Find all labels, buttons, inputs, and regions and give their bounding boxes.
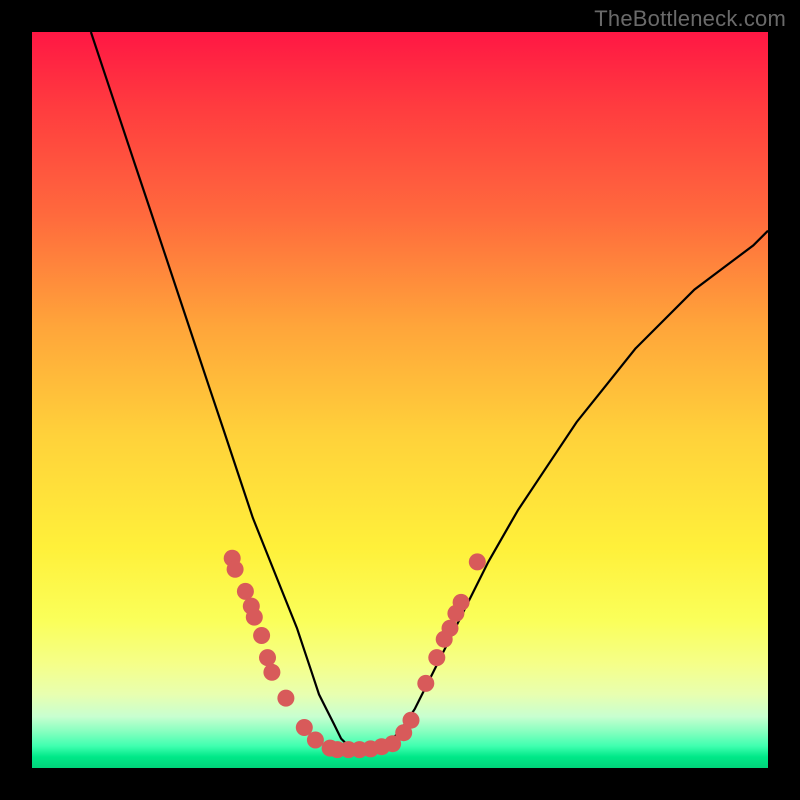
data-marker <box>263 664 280 681</box>
watermark-text: TheBottleneck.com <box>594 6 786 32</box>
data-marker <box>277 690 294 707</box>
data-marker <box>469 553 486 570</box>
data-marker <box>253 627 270 644</box>
data-marker <box>246 609 263 626</box>
markers-left <box>224 550 324 749</box>
data-marker <box>227 561 244 578</box>
data-marker <box>442 620 459 637</box>
bottleneck-curve <box>91 32 768 750</box>
data-marker <box>403 712 420 729</box>
chart-svg <box>32 32 768 768</box>
data-marker <box>453 594 470 611</box>
markers-bottom <box>322 735 402 758</box>
data-marker <box>417 675 434 692</box>
chart-plot-area <box>32 32 768 768</box>
data-marker <box>307 732 324 749</box>
markers-right <box>395 553 486 741</box>
data-marker <box>237 583 254 600</box>
data-marker <box>259 649 276 666</box>
data-marker <box>428 649 445 666</box>
